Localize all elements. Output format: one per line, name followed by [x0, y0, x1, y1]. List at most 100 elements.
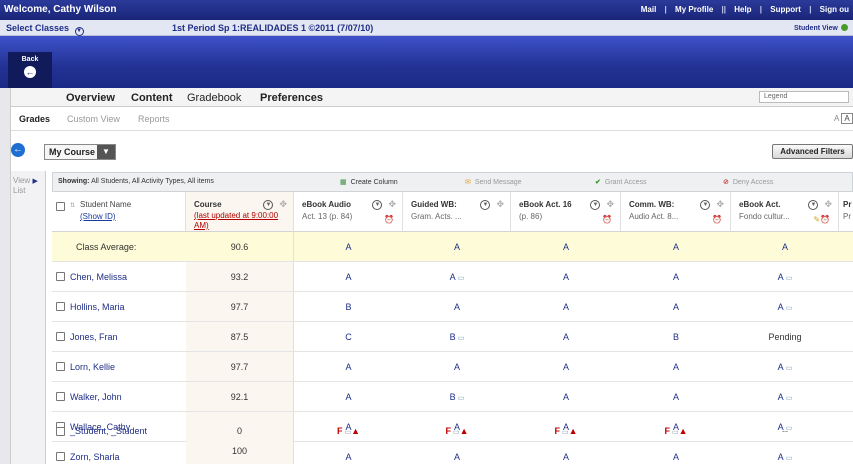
- column-menu-icon[interactable]: ▼: [590, 200, 601, 210]
- tab-content[interactable]: Content: [131, 92, 173, 104]
- select-classes-button[interactable]: Select Classes ▼: [6, 23, 84, 36]
- student-name-cell[interactable]: Hollins, Maria: [52, 292, 186, 321]
- student-name[interactable]: Zorn, Sharla: [70, 452, 120, 462]
- column-menu-icon[interactable]: ▼: [700, 200, 711, 210]
- column-header-ebook-audio[interactable]: eBook Audio Act. 13 (p. 84) ▼ ✥ ⏰: [294, 192, 403, 232]
- create-column-button[interactable]: ▦ Create Column: [340, 178, 398, 186]
- sort-icon[interactable]: ⇅: [70, 200, 75, 212]
- row-checkbox[interactable]: [56, 452, 65, 461]
- grade-cell[interactable]: B ▭: [403, 322, 511, 351]
- column-header-partial[interactable]: Pr Pr: [839, 192, 853, 232]
- grade-cell[interactable]: A ▭: [731, 262, 839, 291]
- student-name-cell[interactable]: Lorn, Kellie: [52, 352, 186, 381]
- student-name-cell[interactable]: _Student, _Student: [52, 422, 186, 446]
- advanced-filters-button[interactable]: Advanced Filters: [772, 144, 853, 159]
- grade-cell[interactable]: A ▭: [403, 262, 511, 291]
- deny-access-button[interactable]: ⊘ Deny Access: [723, 178, 773, 186]
- move-icon[interactable]: ✥: [824, 199, 832, 209]
- row-checkbox[interactable]: [56, 302, 65, 311]
- student-name[interactable]: Walker, John: [70, 392, 122, 402]
- student-name[interactable]: _Student, _Student: [70, 426, 147, 436]
- grade-cell[interactable]: A: [511, 262, 621, 291]
- column-header-course[interactable]: Course (last updated at 9:00:00 AM) ▼ ✥: [186, 192, 294, 232]
- grade-cell[interactable]: A: [621, 262, 731, 291]
- support-link[interactable]: Support: [770, 5, 801, 14]
- show-id-link[interactable]: (Show ID): [80, 211, 185, 223]
- font-large-button[interactable]: A: [841, 113, 853, 124]
- send-message-button[interactable]: ✉ Send Message: [465, 178, 522, 186]
- grade-cell[interactable]: A: [511, 352, 621, 381]
- sign-out-link[interactable]: Sign ou: [820, 5, 849, 14]
- row-checkbox[interactable]: [56, 332, 65, 341]
- grade-cell[interactable]: B ▭: [403, 382, 511, 411]
- student-name-cell[interactable]: Jones, Fran: [52, 322, 186, 351]
- grade-cell[interactable]: A: [403, 352, 511, 381]
- grade-cell[interactable]: A ▭: [731, 382, 839, 411]
- legend-dropdown[interactable]: Legend: [759, 91, 849, 103]
- select-all-checkbox[interactable]: [56, 202, 65, 211]
- column-menu-icon[interactable]: ▼: [480, 200, 491, 210]
- grade-cell[interactable]: --: [731, 422, 839, 446]
- student-name[interactable]: Jones, Fran: [70, 332, 118, 342]
- subtab-custom-view[interactable]: Custom View: [67, 114, 120, 124]
- column-header-comm-wb[interactable]: Comm. WB: Audio Act. 8... ▼ ✥ ⏰: [621, 192, 731, 232]
- tab-overview[interactable]: Overview: [66, 92, 115, 104]
- grade-cell[interactable]: C: [294, 322, 403, 351]
- grade-cell[interactable]: F ▭▲: [294, 422, 403, 446]
- move-icon[interactable]: ✥: [496, 199, 504, 209]
- subtab-reports[interactable]: Reports: [138, 114, 170, 124]
- back-circle-icon[interactable]: ←: [11, 143, 25, 157]
- grade-cell[interactable]: A: [621, 352, 731, 381]
- column-header-guided-wb[interactable]: Guided WB: Gram. Acts. ... ▼ ✥: [403, 192, 511, 232]
- column-menu-icon[interactable]: ▼: [263, 200, 274, 210]
- grade-cell[interactable]: A: [511, 292, 621, 321]
- grade-cell[interactable]: A: [294, 352, 403, 381]
- back-button[interactable]: Back ←: [8, 52, 52, 88]
- student-view-button[interactable]: Student View: [794, 24, 848, 32]
- grade-cell[interactable]: F ▭▲: [621, 422, 731, 446]
- column-header-ebook-act[interactable]: eBook Act. Fondo cultur... ▼ ✥ ✎⏰: [731, 192, 839, 232]
- last-updated-link[interactable]: (last updated at 9:00:00 AM): [194, 211, 294, 231]
- help-link[interactable]: Help: [734, 5, 751, 14]
- tab-preferences[interactable]: Preferences: [260, 92, 323, 104]
- tab-gradebook[interactable]: Gradebook: [187, 92, 241, 104]
- view-list-toggle[interactable]: View ▶ List: [13, 176, 38, 195]
- grade-cell[interactable]: B: [621, 322, 731, 351]
- row-checkbox[interactable]: [56, 362, 65, 371]
- student-name[interactable]: Lorn, Kellie: [70, 362, 115, 372]
- row-checkbox[interactable]: [56, 272, 65, 281]
- course-select[interactable]: My Course ▼: [44, 144, 116, 160]
- student-name[interactable]: Hollins, Maria: [70, 302, 125, 312]
- grade-cell[interactable]: A: [511, 322, 621, 351]
- grade-cell[interactable]: A: [294, 382, 403, 411]
- grade-cell[interactable]: A: [403, 292, 511, 321]
- grade-cell[interactable]: B: [294, 292, 403, 321]
- grade-cell[interactable]: A: [621, 382, 731, 411]
- grade-cell[interactable]: A ▭: [731, 352, 839, 381]
- mail-link[interactable]: Mail: [641, 5, 657, 14]
- grade-cell[interactable]: F ▭▲: [403, 422, 511, 446]
- row-checkbox[interactable]: [56, 392, 65, 401]
- grade-cell[interactable]: A ▭: [731, 292, 839, 321]
- font-small-button[interactable]: A: [834, 114, 839, 123]
- my-profile-link[interactable]: My Profile: [675, 5, 713, 14]
- student-name-cell[interactable]: Walker, John: [52, 382, 186, 411]
- student-name[interactable]: Chen, Melissa: [70, 272, 127, 282]
- grade-cell[interactable]: A: [511, 382, 621, 411]
- subtab-grades[interactable]: Grades: [19, 114, 50, 124]
- grade-cell[interactable]: A: [294, 262, 403, 291]
- grade-cell[interactable]: A: [621, 292, 731, 321]
- grade-cell[interactable]: Pending: [731, 322, 839, 351]
- move-icon[interactable]: ✥: [606, 199, 614, 209]
- move-icon[interactable]: ✥: [388, 199, 396, 209]
- column-menu-icon[interactable]: ▼: [372, 200, 383, 210]
- student-name-cell[interactable]: Chen, Melissa: [52, 262, 186, 291]
- column-header-ebook-act-16[interactable]: eBook Act. 16 (p. 86) ▼ ✥ ⏰: [511, 192, 621, 232]
- grade-cell[interactable]: F ▭▲: [511, 422, 621, 446]
- row-checkbox[interactable]: [56, 427, 65, 436]
- grant-access-button[interactable]: ✔ Grant Access: [595, 178, 647, 186]
- column-menu-icon[interactable]: ▼: [808, 200, 819, 210]
- move-icon[interactable]: ✥: [716, 199, 724, 209]
- move-icon[interactable]: ✥: [279, 199, 287, 209]
- column-header-student-name[interactable]: ⇅ Student Name (Show ID): [52, 192, 186, 232]
